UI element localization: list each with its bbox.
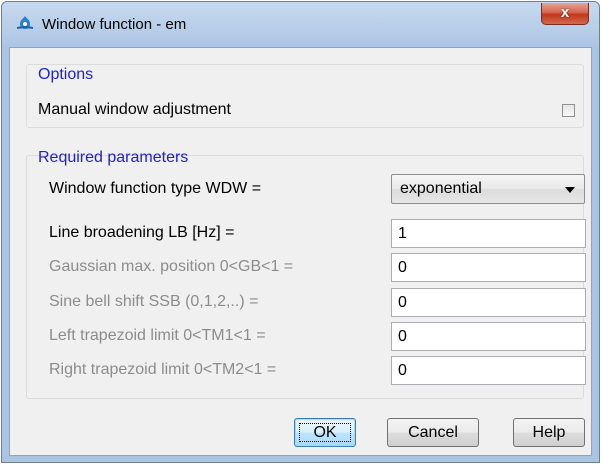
wdw-label: Window function type WDW =	[49, 180, 262, 197]
chevron-down-icon	[565, 187, 575, 193]
ok-button[interactable]: OK	[294, 418, 356, 447]
lb-input[interactable]	[391, 219, 586, 248]
window-title: Window function - em	[42, 16, 187, 33]
tm2-label: Right trapezoid limit 0<TM2<1 =	[49, 361, 277, 378]
dialog-window: Window function - em x Options Manual wi…	[1, 1, 600, 463]
gb-label: Gaussian max. position 0<GB<1 =	[49, 258, 294, 275]
wdw-select[interactable]: exponential	[391, 174, 585, 204]
tm2-input[interactable]	[391, 356, 586, 385]
close-icon: x	[560, 4, 570, 21]
help-button-label: Help	[532, 423, 566, 441]
ssb-label: Sine bell shift SSB (0,1,2,..) =	[49, 293, 259, 310]
wdw-select-value: exponential	[400, 180, 482, 197]
cancel-button-label: Cancel	[408, 423, 458, 441]
title-bar[interactable]: Window function - em x	[2, 2, 599, 46]
required-parameters-title: Required parameters	[38, 149, 189, 166]
app-icon	[17, 16, 33, 29]
dialog-body: Options Manual window adjustment Require…	[9, 47, 592, 456]
options-group-title: Options	[38, 66, 94, 83]
ok-button-label: OK	[313, 423, 337, 441]
tm1-label: Left trapezoid limit 0<TM1<1 =	[49, 327, 266, 344]
gb-input[interactable]	[391, 253, 586, 282]
ssb-input[interactable]	[391, 288, 586, 317]
help-button[interactable]: Help	[513, 418, 585, 447]
tm1-input[interactable]	[391, 322, 586, 351]
cancel-button[interactable]: Cancel	[387, 418, 479, 447]
lb-label: Line broadening LB [Hz] =	[49, 224, 235, 241]
manual-adjustment-checkbox[interactable]	[562, 104, 575, 117]
manual-adjustment-label: Manual window adjustment	[38, 101, 231, 118]
close-button[interactable]: x	[541, 3, 589, 25]
